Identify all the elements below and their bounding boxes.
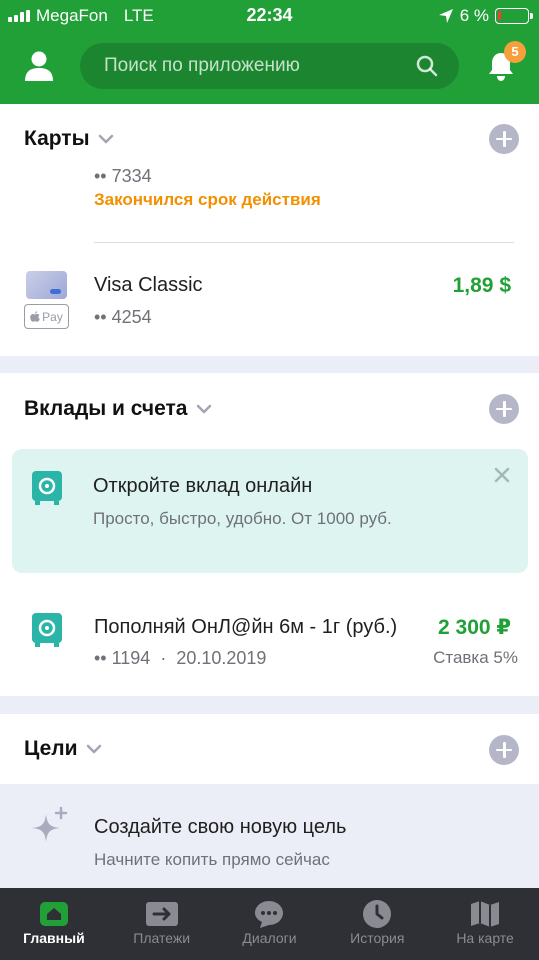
add-goal-button[interactable] (489, 735, 519, 765)
location-arrow-icon (438, 9, 453, 23)
deposit-number: •• 1194 (94, 648, 151, 668)
status-bar: MegaFon LTE 22:34 6 % (0, 0, 539, 32)
tab-label: Главный (23, 930, 85, 946)
add-deposit-button[interactable] (489, 394, 519, 424)
expired-card-status: Закончился срок действия (94, 190, 321, 209)
goals-section-header[interactable]: Цели (24, 737, 102, 761)
profile-icon[interactable] (24, 50, 54, 82)
deposit-amount: 2 300 ₽ (438, 616, 511, 639)
apple-icon (30, 311, 40, 322)
battery-icon (495, 8, 533, 24)
chat-icon (255, 901, 284, 928)
cards-section: Карты •• 7334 Закончился срок действия P… (0, 104, 539, 356)
promo-subtitle: Просто, быстро, удобно. От 1000 руб. (93, 509, 392, 528)
cards-section-header[interactable]: Карты (24, 127, 114, 151)
chevron-down-icon (86, 744, 101, 754)
chevron-down-icon (98, 134, 113, 144)
deposit-item[interactable]: Пополняй ОнЛ@йн 6м - 1г (руб.) •• 1194 ·… (0, 598, 539, 678)
add-card-button[interactable] (489, 124, 519, 154)
pay-label: Pay (42, 309, 63, 324)
deposits-section-title: Вклады и счета (24, 397, 188, 420)
home-icon (39, 902, 68, 926)
card-thumbnail (26, 271, 67, 299)
expired-card-item[interactable]: •• 7334 Закончился срок действия (94, 166, 514, 216)
search-input[interactable] (80, 43, 459, 89)
safe-icon (32, 613, 62, 647)
tab-history[interactable]: История (323, 888, 431, 960)
deposit-meta: •• 1194 · 20.10.2019 (94, 648, 266, 669)
search-icon[interactable] (415, 54, 439, 78)
tab-label: На карте (456, 930, 514, 946)
deposit-name: Пополняй ОнЛ@йн 6м - 1г (руб.) (94, 616, 398, 638)
app-header: MegaFon LTE 22:34 6 % 5 (0, 0, 539, 104)
divider (94, 242, 514, 243)
expired-card-number: •• 7334 (94, 166, 152, 186)
goal-subtitle: Начните копить прямо сейчас (94, 850, 330, 869)
visa-card-balance: 1,89 $ (452, 274, 511, 297)
tab-label: История (350, 930, 405, 946)
bottom-tab-bar: Главный Платежи Диалоги История На карте (0, 888, 539, 960)
battery-percent: 6 % (459, 6, 489, 25)
create-goal-banner[interactable]: Создайте свою новую цель Начните копить … (0, 784, 539, 890)
open-deposit-banner[interactable]: Откройте вклад онлайн Просто, быстро, уд… (12, 449, 528, 573)
tab-home[interactable]: Главный (0, 888, 108, 960)
map-icon (471, 901, 500, 927)
tab-label: Диалоги (242, 930, 297, 946)
tab-payments[interactable]: Платежи (108, 888, 216, 960)
deposits-section-header[interactable]: Вклады и счета (24, 397, 212, 421)
visa-card-name: Visa Classic (94, 274, 203, 296)
tab-dialogs[interactable]: Диалоги (216, 888, 324, 960)
payments-icon (145, 902, 178, 926)
goals-section-title: Цели (24, 737, 78, 760)
search-bar[interactable] (80, 43, 459, 89)
safe-icon (32, 471, 62, 505)
deposit-rate: Ставка 5% (433, 648, 518, 667)
meta-separator: · (160, 648, 167, 668)
apple-pay-badge: Pay (24, 304, 69, 329)
visa-card-item[interactable]: Pay Visa Classic •• 4254 1,89 $ (0, 254, 539, 344)
clock-icon (363, 900, 392, 928)
goal-title: Создайте свою новую цель (94, 816, 347, 838)
sparkle-icon (32, 806, 68, 842)
close-icon[interactable] (494, 467, 510, 483)
visa-card-number: •• 4254 (94, 307, 152, 327)
tab-label: Платежи (133, 930, 191, 946)
promo-title: Откройте вклад онлайн (93, 475, 313, 497)
cards-section-title: Карты (24, 127, 90, 150)
tab-map[interactable]: На карте (431, 888, 539, 960)
deposit-date: 20.10.2019 (176, 648, 267, 668)
chevron-down-icon (196, 404, 211, 414)
notification-badge: 5 (504, 41, 526, 63)
